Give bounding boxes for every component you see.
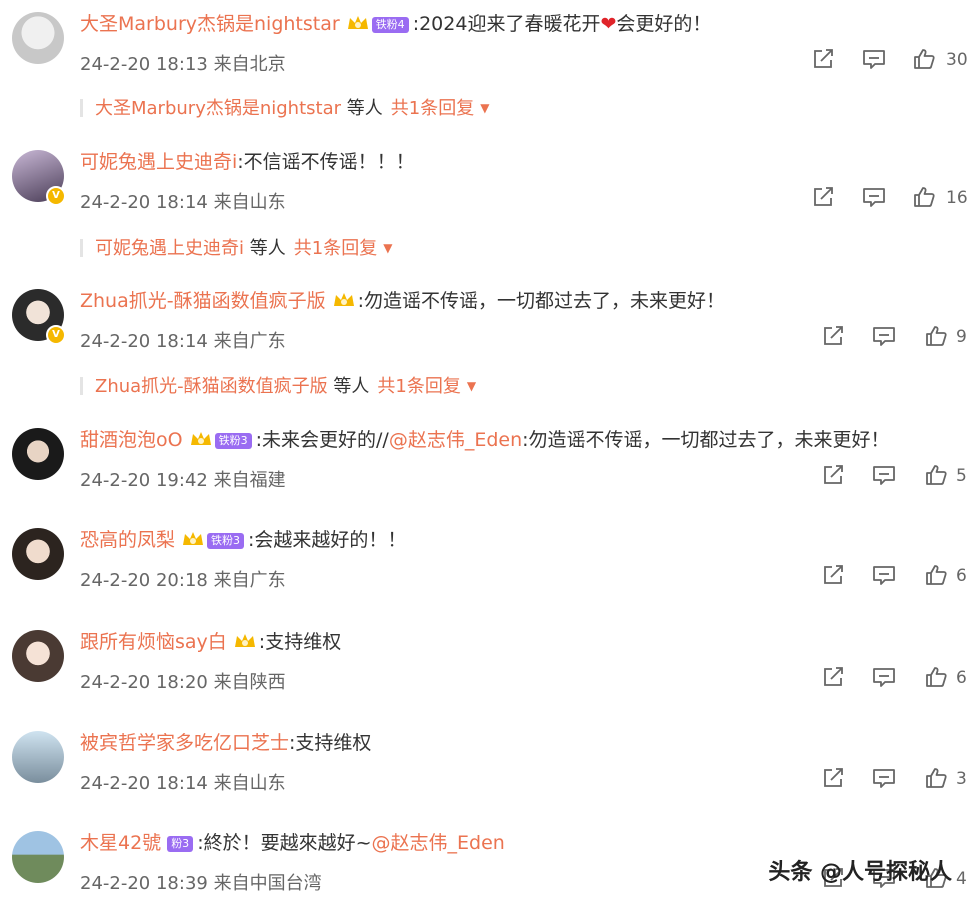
comment-actions: 30 (0, 48, 972, 72)
reply-divider (80, 99, 83, 117)
comment-icon[interactable] (872, 767, 896, 789)
mention-link[interactable]: @赵志伟_Eden (389, 429, 522, 451)
reply-suffix: 等人 (249, 238, 286, 259)
username-link[interactable]: 恐高的凤梨 (80, 529, 175, 551)
fan-level-badge: 铁粉3 (214, 433, 252, 449)
fan-level-badge: 铁粉3 (207, 533, 245, 549)
share-icon[interactable] (822, 325, 846, 347)
thumbs-up-icon[interactable] (924, 325, 948, 347)
comment-text-tail: 会更好的！ (616, 13, 712, 35)
like-count: 6 (956, 566, 967, 586)
reply-divider (80, 377, 83, 395)
username-link[interactable]: 大圣Marbury杰锅是nightstar (80, 13, 340, 35)
crown-icon (333, 293, 354, 306)
comment-line: Zhua抓光-酥猫函数值疯子版 :勿造谣不传谣，一切都过去了，未来更好！ (80, 289, 725, 313)
reply-summary[interactable]: 可妮兔遇上史迪奇i 等人 共1条回复 ▼ (80, 234, 392, 260)
share-icon[interactable] (812, 186, 836, 208)
comment-actions: 5 (0, 464, 967, 488)
thumbs-up-icon[interactable] (924, 464, 948, 486)
comment-line: 甜酒泡泡oO 铁粉3:未来会更好的//@赵志伟_Eden:勿造谣不传谣，一切都过去… (80, 428, 890, 452)
like-count: 16 (946, 188, 968, 208)
chevron-down-icon[interactable]: ▼ (467, 379, 476, 393)
comment-text: :会越来越好的！！ (248, 529, 407, 551)
comment-line: 木星42號 粉3:終於！要越來越好~@赵志伟_Eden (80, 831, 505, 855)
fan-level-badge: 铁粉4 (371, 17, 409, 33)
comment-text: :勿造谣不传谣，一切都过去了，未来更好！ (357, 290, 726, 312)
reply-suffix: 等人 (346, 98, 383, 119)
thumbs-up-icon[interactable] (912, 48, 936, 70)
reply-user-link[interactable]: 大圣Marbury杰锅是nightstar (95, 98, 341, 119)
thumbs-up-icon[interactable] (924, 767, 948, 789)
like-count: 9 (956, 327, 967, 347)
comment-actions: 6 (0, 564, 967, 588)
reply-summary[interactable]: 大圣Marbury杰锅是nightstar 等人 共1条回复 ▼ (80, 94, 489, 120)
comment-icon[interactable] (862, 48, 886, 70)
comment-line: 跟所有烦恼say白 :支持维权 (80, 630, 341, 654)
username-link[interactable]: 被宾哲学家多吃亿口芝士 (80, 732, 289, 754)
crown-icon (183, 532, 204, 545)
thumbs-up-icon[interactable] (924, 666, 948, 688)
comment-actions: 16 (0, 186, 972, 210)
comment-icon[interactable] (872, 564, 896, 586)
like-count: 4 (956, 869, 967, 889)
username-link[interactable]: Zhua抓光-酥猫函数值疯子版 (80, 290, 326, 312)
watermark: 头条 @人号探秘人 (768, 860, 952, 885)
reply-total[interactable]: 共1条回复 (391, 98, 474, 119)
reply-user-link[interactable]: 可妮兔遇上史迪奇i (95, 238, 244, 259)
mention-link[interactable]: @赵志伟_Eden (372, 832, 505, 854)
comment-text: :支持维权 (258, 631, 342, 653)
username-link[interactable]: 木星42號 (80, 832, 161, 854)
comment-actions: 3 (0, 767, 967, 791)
heart-emoji: ❤ (600, 13, 617, 35)
share-icon[interactable] (812, 48, 836, 70)
comment-actions: 6 (0, 666, 967, 690)
comment-line: 被宾哲学家多吃亿口芝士:支持维权 (80, 731, 371, 755)
username-link[interactable]: 可妮兔遇上史迪奇i (80, 151, 237, 173)
reply-suffix: 等人 (333, 376, 370, 397)
thumbs-up-icon[interactable] (924, 564, 948, 586)
share-icon[interactable] (822, 464, 846, 486)
reply-total[interactable]: 共1条回复 (377, 376, 460, 397)
share-icon[interactable] (822, 767, 846, 789)
reply-divider (80, 239, 83, 257)
like-count: 5 (956, 466, 967, 486)
username-link[interactable]: 甜酒泡泡oO (80, 429, 183, 451)
crown-icon (190, 432, 211, 445)
comment-line: 大圣Marbury杰锅是nightstar 铁粉4:2024迎来了春暖花开❤会更好… (80, 12, 711, 36)
like-count: 30 (946, 50, 968, 70)
comment-line: 可妮兔遇上史迪奇i:不信谣不传谣！！！ (80, 150, 415, 174)
comment-icon[interactable] (872, 325, 896, 347)
thumbs-up-icon[interactable] (912, 186, 936, 208)
comment-actions: 9 (0, 325, 967, 349)
comment-text: :未来会更好的// (255, 429, 389, 451)
comment-text-tail: :勿造谣不传谣，一切都过去了，未来更好！ (522, 429, 890, 451)
username-link[interactable]: 跟所有烦恼say白 (80, 631, 227, 653)
chevron-down-icon[interactable]: ▼ (383, 241, 392, 255)
share-icon[interactable] (822, 666, 846, 688)
fan-level-badge: 粉3 (167, 836, 194, 852)
reply-user-link[interactable]: Zhua抓光-酥猫函数值疯子版 (95, 376, 328, 397)
like-count: 3 (956, 769, 967, 789)
comment-text: :不信谣不传谣！！！ (237, 151, 415, 173)
comment-text: :終於！要越來越好~ (197, 832, 372, 854)
crown-icon (234, 634, 255, 647)
comment-line: 恐高的凤梨 铁粉3:会越来越好的！！ (80, 528, 406, 552)
comment-icon[interactable] (872, 464, 896, 486)
reply-total[interactable]: 共1条回复 (294, 238, 377, 259)
comment-icon[interactable] (862, 186, 886, 208)
comment-text: :支持维权 (289, 732, 372, 754)
chevron-down-icon[interactable]: ▼ (480, 101, 489, 115)
comment-icon[interactable] (872, 666, 896, 688)
comment-text: :2024迎来了春暖花开 (412, 13, 601, 35)
share-icon[interactable] (822, 564, 846, 586)
reply-summary[interactable]: Zhua抓光-酥猫函数值疯子版 等人 共1条回复 ▼ (80, 372, 476, 398)
crown-icon (347, 16, 368, 29)
like-count: 6 (956, 668, 967, 688)
